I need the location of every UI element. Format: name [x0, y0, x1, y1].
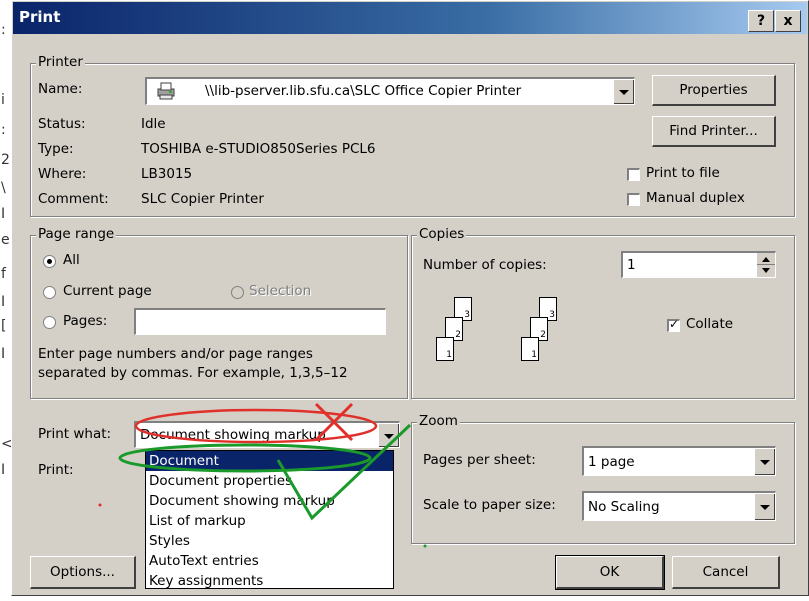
type-label: Type: — [38, 141, 74, 157]
page-range-hint-2: separated by commas. For example, 1,3,5–… — [38, 365, 348, 381]
bg-char: : — [1, 122, 6, 138]
chevron-down-icon[interactable] — [378, 423, 399, 447]
radio-pages-label[interactable]: Pages: — [63, 313, 107, 329]
spin-up-icon[interactable] — [757, 253, 775, 265]
page-num: 1 — [446, 350, 452, 360]
scale-select[interactable]: No Scaling — [582, 491, 776, 521]
collate-label[interactable]: Collate — [686, 316, 733, 332]
window-title: Print — [19, 8, 61, 26]
chevron-down-icon[interactable] — [754, 493, 775, 520]
copies-spinner[interactable]: 1 — [621, 251, 776, 278]
radio-current-page-label[interactable]: Current page — [63, 283, 152, 299]
pages-per-sheet-value: 1 page — [588, 454, 635, 470]
bg-char: I — [1, 462, 6, 478]
bg-char: I — [1, 294, 6, 310]
cancel-button[interactable]: Cancel — [672, 556, 780, 589]
page-num: 3 — [464, 310, 470, 320]
dropdown-option[interactable]: Document — [146, 451, 393, 471]
radio-selection-label[interactable]: Selection — [249, 283, 311, 299]
number-of-copies-label: Number of copies: — [423, 257, 547, 273]
bg-char: [ — [1, 318, 7, 334]
print-to-file-label[interactable]: Print to file — [646, 165, 720, 181]
zoom-group: Zoom — [411, 413, 795, 544]
scale-label: Scale to paper size: — [423, 497, 556, 513]
bg-char: I — [1, 346, 6, 362]
type-value: TOSHIBA e-STUDIO850Series PCL6 — [141, 141, 376, 157]
where-value: LB3015 — [141, 166, 193, 182]
collate-illustration-a: 3 2 1 — [432, 297, 482, 375]
copies-value: 1 — [627, 257, 636, 273]
bg-char: e — [1, 232, 10, 248]
title-bar[interactable]: Print ? x — [13, 2, 807, 34]
collate-checkbox[interactable] — [667, 317, 680, 332]
name-label: Name: — [38, 81, 83, 97]
bg-char: f — [1, 266, 6, 282]
bg-char: i — [1, 92, 5, 108]
print-to-file-checkbox[interactable] — [627, 168, 640, 181]
comment-value: SLC Copier Printer — [141, 191, 264, 207]
page-range-label: Page range — [36, 226, 117, 242]
bg-char: I — [1, 206, 6, 222]
printer-icon — [155, 82, 177, 100]
print-dialog: Print ? x Printer Name: \\lib-pserver.li… — [11, 0, 809, 596]
page-num: 2 — [540, 330, 546, 340]
manual-duplex-checkbox[interactable] — [627, 193, 640, 206]
spin-down-icon[interactable] — [757, 265, 775, 277]
print-label: Print: — [38, 462, 74, 478]
where-label: Where: — [38, 166, 87, 182]
ok-button[interactable]: OK — [555, 555, 665, 590]
close-button[interactable]: x — [775, 10, 801, 32]
dropdown-option[interactable]: List of markup — [146, 511, 393, 531]
comment-label: Comment: — [38, 191, 109, 207]
radio-selection[interactable] — [231, 286, 244, 299]
dropdown-option[interactable]: Document showing markup — [146, 491, 393, 511]
options-button[interactable]: Options... — [30, 556, 136, 589]
pages-input[interactable] — [134, 308, 386, 335]
page-range-hint-1: Enter page numbers and/or page ranges — [38, 346, 313, 362]
zoom-label: Zoom — [417, 413, 460, 429]
radio-all[interactable] — [43, 255, 56, 268]
help-button[interactable]: ? — [748, 10, 774, 32]
manual-duplex-label[interactable]: Manual duplex — [646, 190, 745, 206]
radio-all-label[interactable]: All — [63, 252, 80, 268]
page-num: 1 — [531, 350, 537, 360]
bg-char: \ — [1, 180, 6, 196]
page-num: 3 — [549, 310, 555, 320]
printer-name-select[interactable]: \\lib-pserver.lib.sfu.ca\SLC Office Copi… — [145, 77, 635, 105]
pages-per-sheet-select[interactable]: 1 page — [582, 446, 776, 476]
dropdown-option[interactable]: Document properties — [146, 471, 393, 491]
bg-char: 2 — [1, 152, 10, 168]
print-what-value: Document showing markup — [140, 427, 326, 443]
collate-illustration-b: 3 2 1 — [517, 297, 567, 375]
dropdown-option[interactable]: Styles — [146, 531, 393, 551]
print-what-label: Print what: — [38, 426, 112, 442]
dropdown-option[interactable]: AutoText entries — [146, 551, 393, 571]
radio-current-page[interactable] — [43, 286, 56, 299]
chevron-down-icon[interactable] — [613, 79, 634, 104]
dropdown-option[interactable]: Key assignments — [146, 571, 393, 591]
print-what-select[interactable]: Document showing markup — [134, 421, 400, 448]
print-what-dropdown-list: Document Document properties Document sh… — [145, 450, 394, 589]
status-value: Idle — [141, 116, 166, 132]
scale-value: No Scaling — [588, 499, 660, 515]
pages-per-sheet-label: Pages per sheet: — [423, 452, 536, 468]
status-label: Status: — [38, 116, 86, 132]
properties-button[interactable]: Properties — [652, 75, 776, 106]
radio-pages[interactable] — [43, 316, 56, 329]
printer-name-value: \\lib-pserver.lib.sfu.ca\SLC Office Copi… — [205, 83, 522, 99]
find-printer-button[interactable]: Find Printer... — [652, 116, 776, 147]
printer-group-label: Printer — [36, 54, 85, 70]
page-num: 2 — [455, 330, 461, 340]
chevron-down-icon[interactable] — [754, 448, 775, 475]
copies-label: Copies — [417, 226, 467, 242]
bg-char: : — [1, 22, 6, 38]
